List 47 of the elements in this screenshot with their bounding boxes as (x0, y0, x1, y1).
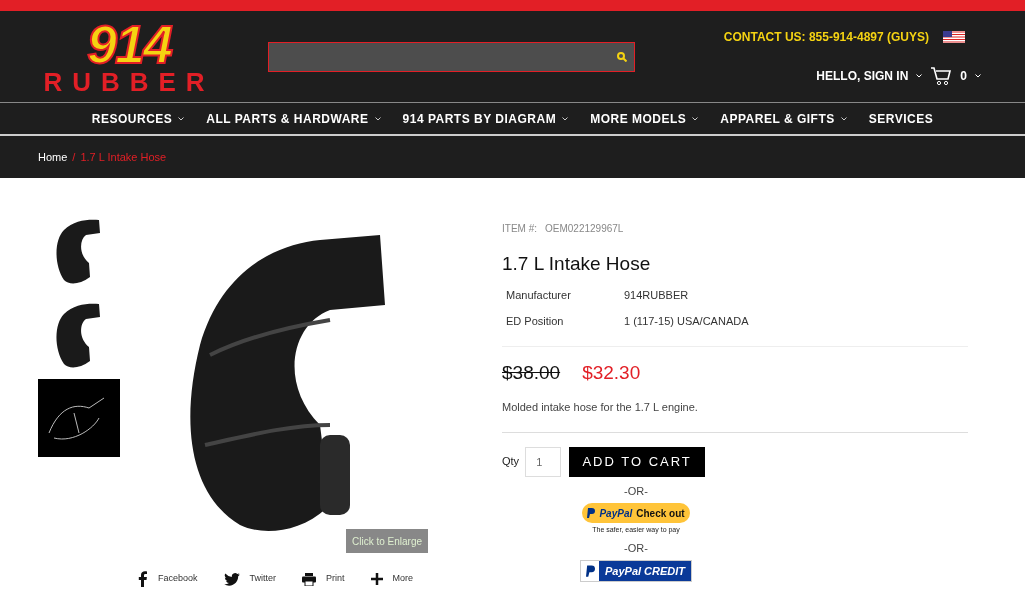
spec-name: Manufacturer (506, 287, 572, 303)
share-link[interactable]: Twitter (223, 571, 277, 587)
plus-icon (370, 573, 383, 585)
nav-menu-item[interactable]: SERVICES (864, 109, 938, 128)
paypal-icon (585, 565, 595, 577)
search-icon[interactable] (617, 51, 627, 62)
share-link[interactable]: Print (302, 571, 345, 587)
caret-icon (975, 73, 981, 78)
or-separator: -OR- (624, 483, 648, 499)
add-to-cart-button[interactable]: ADD TO CART (569, 446, 706, 477)
cart-icon[interactable] (930, 65, 953, 86)
facebook-icon (138, 571, 148, 587)
or-separator: -OR- (624, 540, 648, 556)
item-label: ITEM #: (502, 222, 537, 236)
breadcrumb-link[interactable]: Home (38, 148, 68, 166)
nav-menu-item[interactable]: RESOURCES (87, 109, 189, 128)
cart-count[interactable]: 0 (960, 66, 967, 85)
sale-price: $32.30 (582, 360, 641, 385)
original-price: $38.00 (502, 360, 561, 385)
share-link[interactable]: More (370, 571, 414, 587)
caret-icon (916, 73, 923, 78)
nav-menu-item[interactable]: MORE MODELS (586, 109, 703, 128)
logo[interactable]: 914 RUBBER (24, 18, 234, 95)
bird-icon (223, 572, 240, 586)
contact-phone[interactable]: CONTACT US: 855-914-4897 (GUYS) (723, 27, 929, 46)
sign-in-link[interactable]: HELLO, SIGN IN (816, 66, 909, 85)
breadcrumb-link[interactable]: 1.7 L Intake Hose (80, 148, 167, 166)
nav-menu-item[interactable]: APPAREL & GIFTS (716, 109, 851, 128)
spec-value: 1 (117-15) USA/CANADA (624, 314, 749, 329)
product-description: Molded intake hose for the 1.7 L engine. (502, 400, 699, 415)
us-flag-icon[interactable] (943, 30, 965, 43)
qty-label: Qty (502, 454, 520, 470)
print-icon (302, 572, 317, 586)
nav-menu-item[interactable]: 914 PARTS BY DIAGRAM (398, 109, 573, 128)
spec-name: ED Position (506, 314, 565, 329)
paypal-icon (587, 508, 596, 518)
qty-field[interactable]: 1 (525, 446, 562, 477)
diagram-thumbnail[interactable] (38, 379, 120, 457)
spec-value: 914RUBBER (624, 287, 689, 303)
product-title: 1.7 L Intake Hose (502, 252, 652, 276)
search-field[interactable] (268, 41, 635, 72)
breadcrumb-separator: / (72, 149, 76, 165)
share-link[interactable]: Facebook (138, 571, 198, 587)
nav-menu-item[interactable]: ALL PARTS & HARDWARE (202, 109, 385, 128)
paypal-credit-button[interactable]: PayPal CREDIT (580, 560, 692, 582)
item-number: OEM022129967L (545, 222, 624, 236)
paypal-checkout-button[interactable]: PayPal Check out (582, 503, 690, 523)
